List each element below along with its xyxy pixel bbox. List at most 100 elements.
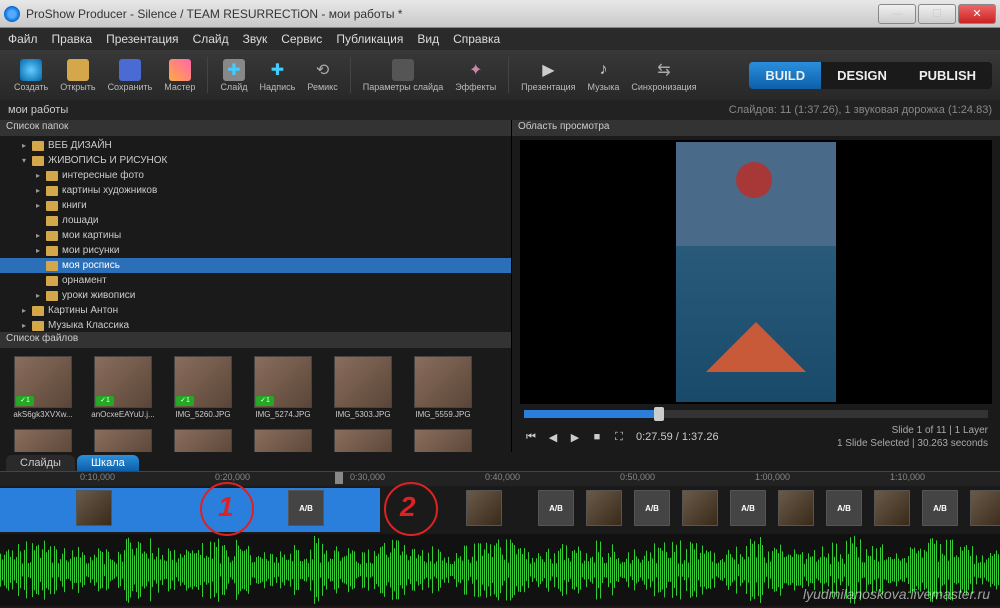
- tool-music[interactable]: ♪Музыка: [582, 57, 626, 94]
- menu-bar: Файл Правка Презентация Слайд Звук Серви…: [0, 28, 1000, 50]
- tree-item[interactable]: ▸Музыка Классика: [0, 318, 511, 332]
- video-track[interactable]: A/B A/B A/B A/B A/B A/B 1 2: [0, 488, 1000, 532]
- menu-view[interactable]: Вид: [417, 32, 439, 46]
- tree-item[interactable]: ▸Картины Антон: [0, 303, 511, 318]
- toolbar-separator: [350, 57, 351, 93]
- tool-new[interactable]: Создать: [8, 57, 54, 94]
- tree-item[interactable]: орнамент: [0, 273, 511, 288]
- wizard-icon: [169, 59, 191, 81]
- remix-icon: ⟲: [312, 59, 334, 81]
- window-controls: — ☐ ✕: [878, 4, 996, 24]
- mode-build[interactable]: BUILD: [749, 62, 821, 89]
- transition-clip[interactable]: A/B: [922, 490, 958, 526]
- minimize-button[interactable]: —: [878, 4, 916, 24]
- tool-remix[interactable]: ⟲Ремикс: [301, 57, 343, 94]
- stop-button[interactable]: ■: [590, 430, 604, 444]
- time-ruler[interactable]: 0:10,0000:20,0000:30,0000:40,0000:50,000…: [0, 472, 1000, 486]
- menu-service[interactable]: Сервис: [281, 32, 322, 46]
- tool-text[interactable]: ✚Надпись: [253, 57, 301, 94]
- main-toolbar: Создать Открыть Сохранить Мастер ✚Слайд …: [0, 50, 1000, 100]
- scrub-handle[interactable]: [654, 407, 664, 421]
- project-name: мои работы: [8, 104, 68, 116]
- window-title: ProShow Producer - Silence / TEAM RESURR…: [26, 7, 878, 21]
- clip-thumb[interactable]: [586, 490, 622, 526]
- transition-clip[interactable]: A/B: [730, 490, 766, 526]
- menu-help[interactable]: Справка: [453, 32, 500, 46]
- file-item[interactable]: ✓1IMG_5260.JPG: [166, 356, 240, 419]
- tree-item[interactable]: ▸интересные фото: [0, 168, 511, 183]
- fx-icon: ✦: [465, 59, 487, 81]
- music-icon: ♪: [592, 59, 614, 81]
- fullscreen-button[interactable]: ⛶: [612, 430, 626, 444]
- tree-item[interactable]: ▸мои рисунки: [0, 243, 511, 258]
- playhead[interactable]: [335, 472, 343, 484]
- annotation-2: 2: [400, 491, 416, 523]
- mode-publish[interactable]: PUBLISH: [903, 62, 992, 89]
- tree-item[interactable]: ▸ВЕБ ДИЗАЙН: [0, 138, 511, 153]
- file-browser[interactable]: ✓1akS6gk3XVXw...✓1anOcxeEAYuU.j...✓1IMG_…: [0, 348, 511, 452]
- file-item[interactable]: [6, 429, 80, 452]
- project-info: Слайдов: 11 (1:37.26), 1 звуковая дорожк…: [729, 104, 992, 116]
- tab-slides[interactable]: Слайды: [6, 455, 75, 471]
- tree-item[interactable]: ▸мои картины: [0, 228, 511, 243]
- step-back-button[interactable]: ◀: [546, 430, 560, 444]
- playback-bar: ⏮ ◀ ▶ ■ ⛶ 0:27.59 / 1:37.26 Slide 1 of 1…: [512, 422, 1000, 452]
- clip-thumb[interactable]: [874, 490, 910, 526]
- tool-wizard[interactable]: Мастер: [158, 57, 201, 94]
- tool-sync[interactable]: ⇆Синхронизация: [625, 57, 702, 94]
- tree-item[interactable]: ▸картины художников: [0, 183, 511, 198]
- menu-slide[interactable]: Слайд: [193, 32, 229, 46]
- prev-button[interactable]: ⏮: [524, 430, 538, 444]
- transition-clip[interactable]: A/B: [634, 490, 670, 526]
- tool-slide-options[interactable]: Параметры слайда: [357, 57, 450, 94]
- file-item[interactable]: [86, 429, 160, 452]
- clip-thumb[interactable]: [970, 490, 1000, 526]
- tool-presentation[interactable]: ▶Презентация: [515, 57, 581, 94]
- menu-sound[interactable]: Звук: [243, 32, 268, 46]
- clip-thumb[interactable]: [682, 490, 718, 526]
- tree-item[interactable]: лошади: [0, 213, 511, 228]
- file-item[interactable]: ✓1IMG_5274.JPG: [246, 356, 320, 419]
- preview-scrubber[interactable]: [524, 410, 988, 418]
- mode-design[interactable]: DESIGN: [821, 62, 903, 89]
- transition-clip[interactable]: A/B: [826, 490, 862, 526]
- file-item[interactable]: IMG_5303.JPG: [326, 356, 400, 419]
- file-item[interactable]: ✓1akS6gk3XVXw...: [6, 356, 80, 419]
- clip-thumb[interactable]: [778, 490, 814, 526]
- slide-icon: ✚: [223, 59, 245, 81]
- folders-header: Список папок: [0, 120, 511, 136]
- file-item[interactable]: ✓1anOcxeEAYuU.j...: [86, 356, 160, 419]
- menu-file[interactable]: Файл: [8, 32, 38, 46]
- menu-publish[interactable]: Публикация: [336, 32, 403, 46]
- tool-effects[interactable]: ✦Эффекты: [449, 57, 502, 94]
- tool-slide[interactable]: ✚Слайд: [214, 57, 253, 94]
- maximize-button[interactable]: ☐: [918, 4, 956, 24]
- transition-clip[interactable]: A/B: [538, 490, 574, 526]
- tab-scale[interactable]: Шкала: [77, 455, 139, 471]
- left-panel: Список папок ▸ВЕБ ДИЗАЙН▾ЖИВОПИСЬ И РИСУ…: [0, 120, 512, 452]
- clip-thumb[interactable]: [466, 490, 502, 526]
- file-item[interactable]: [246, 429, 320, 452]
- scrub-progress: [524, 410, 654, 418]
- menu-edit[interactable]: Правка: [52, 32, 93, 46]
- folder-tree[interactable]: ▸ВЕБ ДИЗАЙН▾ЖИВОПИСЬ И РИСУНОК▸интересны…: [0, 136, 511, 332]
- tree-item[interactable]: ▸книги: [0, 198, 511, 213]
- main-area: Список папок ▸ВЕБ ДИЗАЙН▾ЖИВОПИСЬ И РИСУ…: [0, 120, 1000, 452]
- window-titlebar: ProShow Producer - Silence / TEAM RESURR…: [0, 0, 1000, 28]
- tool-save[interactable]: Сохранить: [102, 57, 159, 94]
- play-button[interactable]: ▶: [568, 430, 582, 444]
- tool-open[interactable]: Открыть: [54, 57, 101, 94]
- close-button[interactable]: ✕: [958, 4, 996, 24]
- file-item[interactable]: [406, 429, 480, 452]
- file-item[interactable]: IMG_5559.JPG: [406, 356, 480, 419]
- tree-item[interactable]: моя роспись: [0, 258, 511, 273]
- clip-thumb[interactable]: [76, 490, 112, 526]
- transition-clip[interactable]: A/B: [288, 490, 324, 526]
- preview-viewport[interactable]: [520, 140, 992, 404]
- tree-item[interactable]: ▾ЖИВОПИСЬ И РИСУНОК: [0, 153, 511, 168]
- text-icon: ✚: [266, 59, 288, 81]
- menu-presentation[interactable]: Презентация: [106, 32, 179, 46]
- file-item[interactable]: [326, 429, 400, 452]
- file-item[interactable]: [166, 429, 240, 452]
- tree-item[interactable]: ▸уроки живописи: [0, 288, 511, 303]
